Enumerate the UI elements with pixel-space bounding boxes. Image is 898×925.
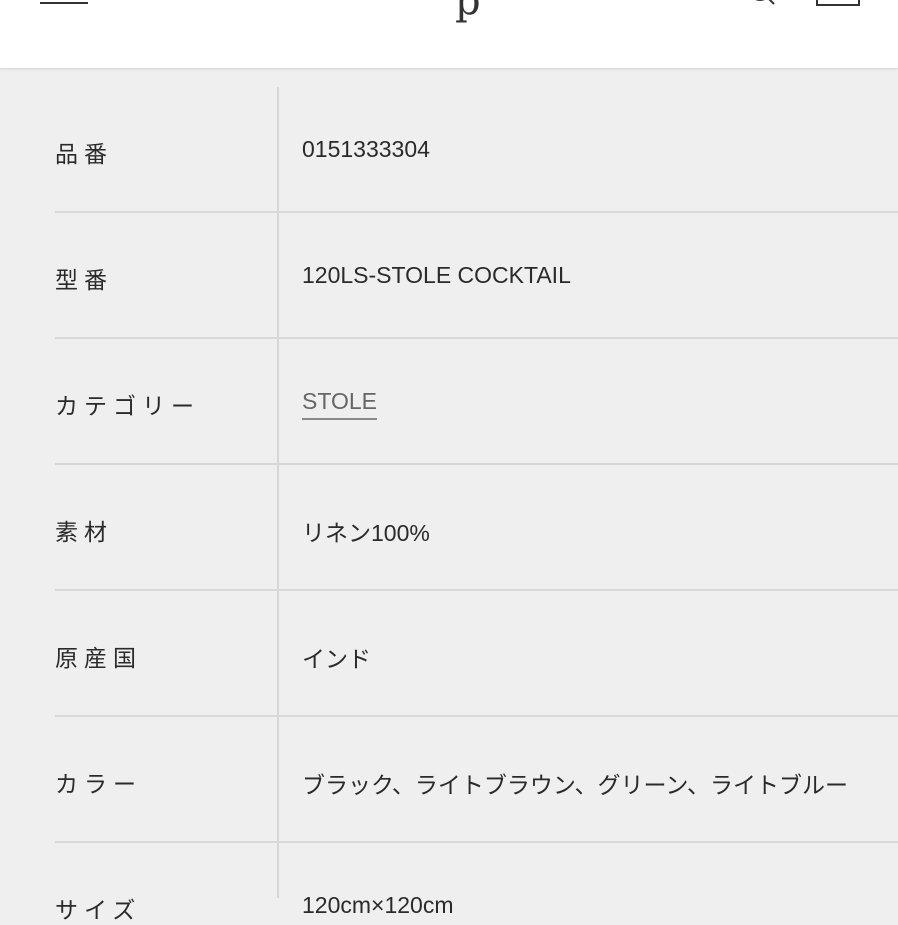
site-logo[interactable]: p: [455, 0, 482, 24]
spec-row-item-number: 品番 0151333304: [55, 87, 898, 213]
spec-row-category: カテゴリー STOLE: [55, 339, 898, 465]
category-link[interactable]: STOLE: [302, 388, 377, 420]
spec-label: サイズ: [55, 898, 142, 924]
spec-row-origin: 原産国 インド: [55, 591, 898, 717]
spec-label: カテゴリー: [55, 394, 200, 420]
spec-label: 型番: [55, 268, 113, 294]
cart-icon[interactable]: [816, 0, 860, 6]
spec-value: ブラック、ライトブラウン、グリーン、ライトブルー: [302, 772, 849, 798]
spec-row-size: サイズ 120cm×120cm: [55, 843, 898, 924]
spec-label: カラー: [55, 772, 142, 798]
site-header: p: [0, 0, 898, 69]
spec-label: 素材: [55, 520, 113, 546]
spec-row-material: 素材 リネン100%: [55, 465, 898, 591]
spec-label: 原産国: [55, 646, 142, 672]
spec-value: インド: [302, 646, 371, 672]
spec-row-color: カラー ブラック、ライトブラウン、グリーン、ライトブルー: [55, 717, 898, 843]
spec-row-model-number: 型番 120LS-STOLE COCKTAIL: [55, 213, 898, 339]
spec-value: リネン100%: [302, 520, 430, 546]
spec-value: 0151333304: [302, 136, 430, 162]
spec-value: 120LS-STOLE COCKTAIL: [302, 262, 571, 288]
menu-icon[interactable]: [40, 0, 88, 4]
spec-label: 品番: [55, 142, 113, 168]
spec-value: 120cm×120cm: [302, 892, 454, 918]
search-icon[interactable]: [748, 0, 776, 10]
product-spec-table: 品番 0151333304 型番 120LS-STOLE COCKTAIL カテ…: [55, 87, 898, 924]
